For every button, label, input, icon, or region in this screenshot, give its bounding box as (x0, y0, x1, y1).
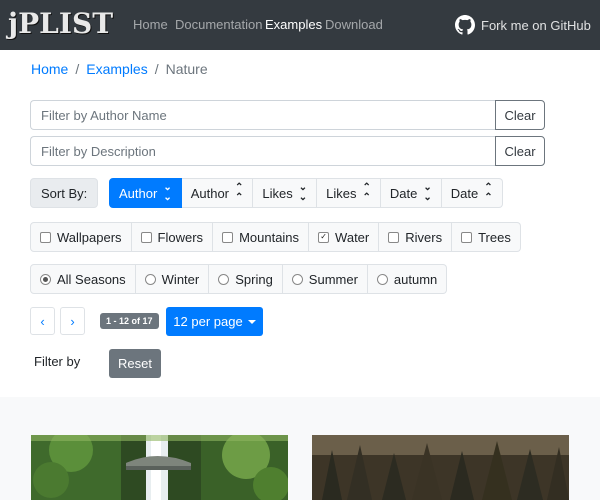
nav-link-home[interactable]: Home (133, 17, 168, 32)
radio-icon[interactable] (218, 273, 230, 285)
gallery (0, 397, 600, 500)
chevron-double-down-icon: ⌄ ⌄ (163, 182, 172, 203)
sort-label: Sort By: (30, 178, 99, 208)
github-label: Fork me on GitHub (481, 17, 591, 33)
category-label: Water (335, 229, 370, 245)
checkbox-icon[interactable] (461, 231, 473, 243)
breadcrumb-examples[interactable]: Examples (86, 61, 147, 77)
category-label: Rivers (405, 229, 443, 245)
sort-option-label: Author (190, 185, 230, 201)
forest-image (312, 435, 569, 500)
season-radio-winter[interactable]: Winter (135, 264, 210, 294)
gallery-card-forest[interactable] (312, 435, 569, 500)
sort-date-desc-button[interactable]: Date ⌄ ⌄ (380, 178, 442, 208)
github-link[interactable]: Fork me on GitHub (455, 14, 591, 36)
caret-down-icon (247, 319, 256, 324)
season-radio-all[interactable]: All Seasons (30, 264, 136, 294)
season-label: All Seasons (57, 271, 126, 287)
pagination-next-button[interactable]: › (60, 307, 85, 335)
category-label: Wallpapers (57, 229, 122, 245)
season-label: Winter (161, 271, 200, 287)
sort-author-asc-button[interactable]: Author ⌃ ⌃ (181, 178, 254, 208)
gallery-card-waterfall[interactable] (31, 435, 288, 500)
season-label: Spring (235, 271, 273, 287)
category-label: Mountains (239, 229, 300, 245)
category-label: Trees (478, 229, 511, 245)
description-filter-group: Clear (30, 136, 545, 166)
navbar: jPLIST Home Documentation Examples Downl… (0, 0, 600, 50)
chevron-left-icon: ‹ (40, 313, 45, 329)
chevron-double-down-icon: ⌄ ⌄ (423, 182, 432, 203)
chevron-double-down-icon: ⌄ ⌄ (298, 182, 308, 203)
season-label: Summer (308, 271, 358, 287)
category-filter-group: Wallpapers Flowers Mountains ✓ Water Riv… (30, 222, 521, 252)
category-checkbox-wallpapers[interactable]: Wallpapers (30, 222, 132, 252)
category-checkbox-flowers[interactable]: Flowers (131, 222, 214, 252)
checkbox-icon[interactable] (222, 231, 234, 243)
per-page-dropdown[interactable]: 12 per page (166, 307, 263, 336)
season-label: autumn (393, 271, 438, 287)
chevron-right-icon: › (70, 313, 75, 329)
breadcrumb-separator: / (154, 61, 159, 77)
nav-link-download[interactable]: Download (325, 17, 383, 32)
nav-link-documentation[interactable]: Documentation (175, 17, 262, 32)
chevron-double-up-icon: ⌃ ⌃ (362, 182, 371, 203)
breadcrumb-separator: / (75, 61, 80, 77)
sort-option-label: Date (450, 185, 479, 201)
sort-option-label: Likes (326, 185, 357, 201)
season-radio-spring[interactable]: Spring (209, 264, 283, 294)
chevron-double-up-icon: ⌃ ⌃ (235, 182, 244, 203)
sort-button-group: Author ⌄ ⌄ Author ⌃ ⌃ Likes ⌄ ⌄ Likes ⌃ ⌃ Da… (109, 178, 503, 208)
description-clear-button[interactable]: Clear (495, 136, 545, 166)
sort-option-label: Author (119, 185, 158, 201)
filter-by-label: Filter by (34, 354, 81, 369)
season-radio-autumn[interactable]: autumn (367, 264, 448, 294)
sort-likes-desc-button[interactable]: Likes ⌄ ⌄ (253, 178, 318, 208)
checkbox-icon[interactable] (388, 231, 400, 243)
author-filter-group: Clear (30, 100, 545, 130)
category-checkbox-mountains[interactable]: Mountains (213, 222, 310, 252)
author-filter-input[interactable] (30, 100, 495, 130)
per-page-label: 12 per page (173, 314, 243, 329)
pagination-prev-button[interactable]: ‹ (30, 307, 55, 335)
category-checkbox-water[interactable]: ✓ Water (309, 222, 380, 252)
radio-icon[interactable] (144, 273, 156, 285)
category-checkbox-rivers[interactable]: Rivers (379, 222, 453, 252)
radio-selected-icon[interactable] (40, 273, 51, 285)
season-filter-group: All Seasons Winter Spring Summer autumn (30, 264, 448, 294)
checkbox-icon[interactable] (40, 231, 51, 243)
chevron-double-up-icon: ⌃ ⌃ (484, 182, 493, 203)
sort-likes-asc-button[interactable]: Likes ⌃ ⌃ (317, 178, 381, 208)
description-filter-input[interactable] (30, 136, 495, 166)
sort-author-desc-button[interactable]: Author ⌄ ⌄ (109, 178, 182, 208)
breadcrumb-home[interactable]: Home (31, 61, 68, 77)
breadcrumb-current: Nature (165, 61, 208, 77)
category-label: Flowers (157, 229, 204, 245)
checkbox-checked-icon[interactable]: ✓ (318, 231, 330, 243)
radio-icon[interactable] (291, 273, 303, 285)
waterfall-bridge-image (31, 435, 288, 500)
season-radio-summer[interactable]: Summer (282, 264, 368, 294)
radio-icon[interactable] (376, 273, 388, 285)
checkbox-icon[interactable] (140, 231, 152, 243)
reset-button[interactable]: Reset (109, 349, 161, 378)
github-icon (455, 15, 475, 35)
category-checkbox-trees[interactable]: Trees (452, 222, 521, 252)
nav-link-examples[interactable]: Examples (265, 17, 322, 32)
breadcrumb: Home / Examples / Nature (31, 61, 208, 77)
brand-logo[interactable]: jPLIST (8, 7, 113, 40)
sort-option-label: Date (389, 185, 418, 201)
pagination-range-badge: 1 - 12 of 17 (100, 313, 159, 329)
author-clear-button[interactable]: Clear (495, 100, 545, 130)
sort-option-label: Likes (262, 185, 293, 201)
sort-date-asc-button[interactable]: Date ⌃ ⌃ (441, 178, 503, 208)
